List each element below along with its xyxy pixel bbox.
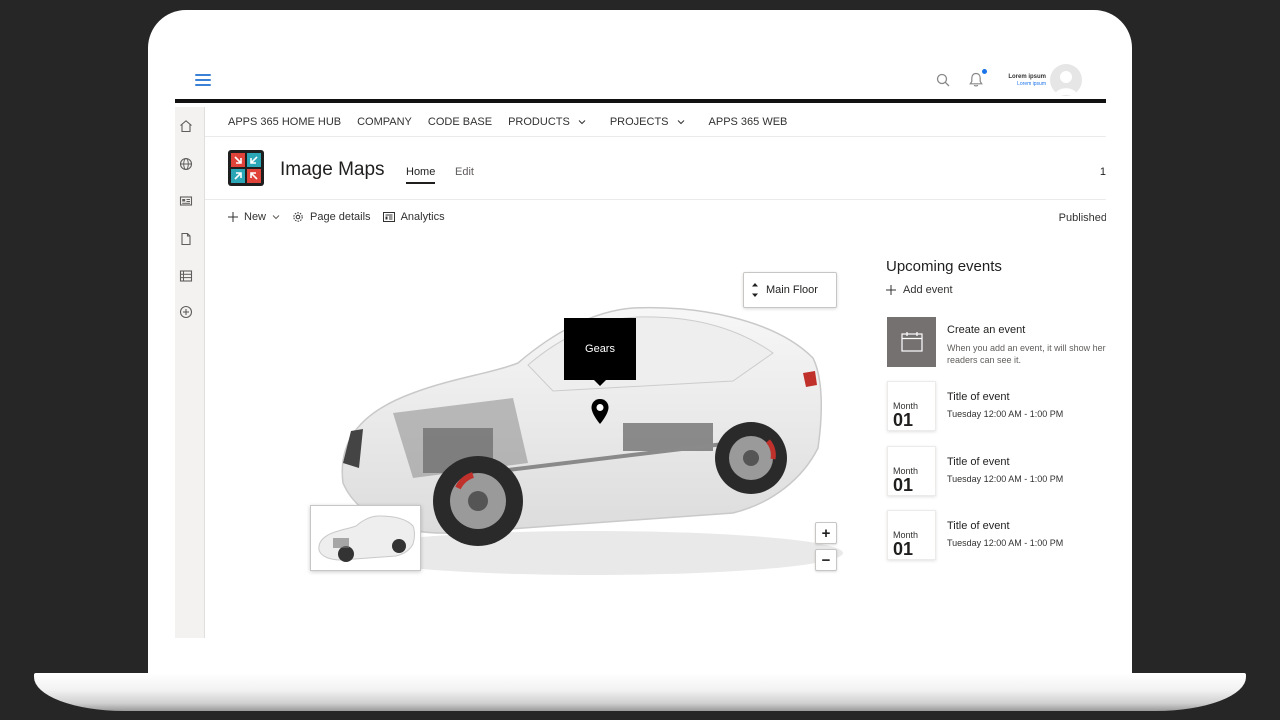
page-details-label: Page details (310, 211, 371, 223)
minimap-thumbnail[interactable] (310, 505, 421, 571)
date-tile: Month 01 (887, 381, 936, 431)
app-bar (175, 107, 205, 638)
add-circle-icon[interactable] (179, 305, 193, 319)
zoom-in-button[interactable]: + (815, 522, 837, 544)
hub-navigation: APPS 365 HOME HUB COMPANY CODE BASE PROD… (205, 107, 1106, 137)
event-day: 01 (893, 475, 914, 495)
globe-icon[interactable] (179, 157, 193, 171)
plus-icon (886, 285, 896, 295)
calendar-tile (887, 317, 936, 367)
tab-home[interactable]: Home (406, 166, 436, 184)
nav-item-apps-web[interactable]: APPS 365 WEB (709, 116, 788, 128)
create-event-card[interactable]: Create an event When you add an event, i… (886, 317, 1106, 369)
user-name: Lorem ipsum (1008, 73, 1046, 80)
event-time: Tuesday 12:00 AM - 1:00 PM (947, 474, 1064, 484)
news-icon[interactable] (179, 194, 193, 208)
event-day: 01 (893, 539, 914, 559)
date-tile: Month 01 (887, 510, 936, 560)
gear-icon (293, 212, 303, 222)
event-title: Title of event (947, 520, 1010, 532)
nav-item-projects[interactable]: PROJECTS (610, 116, 685, 128)
search-icon[interactable] (936, 73, 950, 87)
avatar[interactable] (1050, 64, 1082, 96)
header-right-text: 1 (1099, 166, 1106, 178)
suite-bar-actions: Lorem ipsum Lorem ipsum (936, 64, 1082, 96)
event-day: 01 (893, 410, 914, 430)
create-event-desc-line: When you add an event, it will show her (947, 343, 1106, 353)
floor-label: Main Floor (766, 284, 818, 296)
chevron-down-icon[interactable] (751, 292, 759, 299)
analytics-label: Analytics (400, 211, 445, 223)
chevron-up-icon[interactable] (751, 281, 759, 288)
event-item[interactable]: Month 01 Title of event Tuesday 12:00 AM… (886, 446, 1106, 498)
site-header: Image Maps Home Edit 1 (205, 138, 1106, 200)
zoom-out-button[interactable]: − (815, 549, 837, 571)
bell-icon (969, 72, 984, 87)
add-event-label: Add event (903, 284, 953, 296)
nav-item-label: PRODUCTS (508, 115, 570, 128)
nav-item-label: APPS 365 WEB (708, 115, 788, 128)
nav-item-company[interactable]: COMPANY (357, 116, 412, 128)
event-title: Title of event (947, 391, 1010, 403)
analytics-icon (382, 212, 395, 222)
event-title: Title of event (947, 456, 1010, 468)
suite-bar: Lorem ipsum Lorem ipsum (175, 58, 1106, 103)
page-details-button[interactable]: Page details (292, 211, 371, 223)
car-thumbnail-image (318, 515, 415, 562)
site-logo[interactable] (228, 150, 264, 186)
event-time: Tuesday 12:00 AM - 1:00 PM (947, 538, 1064, 548)
list-icon[interactable] (179, 269, 193, 283)
tab-edit[interactable]: Edit (455, 166, 474, 178)
publish-status: Published (1058, 212, 1106, 224)
create-event-desc-line: readers can see it. (947, 355, 1022, 365)
event-item[interactable]: Month 01 Title of event Tuesday 12:00 AM… (886, 381, 1106, 433)
events-title: Upcoming events (886, 258, 1002, 275)
nav-item-label: APPS 365 HOME HUB (228, 115, 342, 128)
document-icon[interactable] (179, 232, 193, 246)
hotspot-tooltip: Gears (564, 318, 636, 386)
hamburger-menu-icon[interactable] (195, 74, 211, 86)
laptop-base (34, 673, 1246, 711)
analytics-button[interactable]: Analytics (382, 211, 445, 223)
calendar-icon (900, 332, 923, 352)
notification-dot (982, 69, 988, 74)
new-button[interactable]: New (228, 211, 280, 223)
new-button-label: New (244, 211, 267, 223)
chevron-down-icon (578, 119, 586, 124)
event-time: Tuesday 12:00 AM - 1:00 PM (947, 409, 1064, 419)
nav-item-label: COMPANY (357, 115, 412, 128)
notifications-button[interactable] (968, 69, 988, 88)
map-pin-icon[interactable] (590, 398, 610, 426)
chevron-down-icon (272, 215, 280, 220)
create-event-title: Create an event (947, 324, 1026, 336)
chevron-down-icon (677, 119, 684, 124)
user-subtitle: Lorem ipsum (1017, 80, 1046, 87)
app-window: Lorem ipsum Lorem ipsum APPS 365 HOME HU… (175, 58, 1106, 638)
events-webpart: Upcoming events Add event Create an even… (886, 258, 1106, 560)
command-bar: New Page details Analytics Published (205, 200, 1106, 234)
nav-item-code-base[interactable]: CODE BASE (428, 116, 492, 128)
home-icon[interactable] (179, 119, 193, 133)
nav-item-home-hub[interactable]: APPS 365 HOME HUB (228, 116, 341, 128)
event-item[interactable]: Month 01 Title of event Tuesday 12:00 AM… (886, 510, 1106, 562)
date-tile: Month 01 (887, 446, 936, 496)
person-icon (1055, 71, 1077, 95)
page-title: Image Maps (280, 159, 385, 180)
nav-item-products[interactable]: PRODUCTS (508, 116, 586, 128)
user-info[interactable]: Lorem ipsum Lorem ipsum (1008, 74, 1046, 87)
hotspot-tooltip-label: Gears (585, 343, 615, 355)
nav-item-label: PROJECTS (609, 115, 669, 128)
create-event-description: When you add an event, it will show her … (947, 342, 1106, 366)
add-event-button[interactable]: Add event (886, 284, 1106, 296)
floor-stepper[interactable] (744, 281, 766, 299)
plus-icon (228, 212, 238, 222)
floor-selector[interactable]: Main Floor (743, 272, 837, 308)
nav-item-label: CODE BASE (427, 115, 493, 128)
